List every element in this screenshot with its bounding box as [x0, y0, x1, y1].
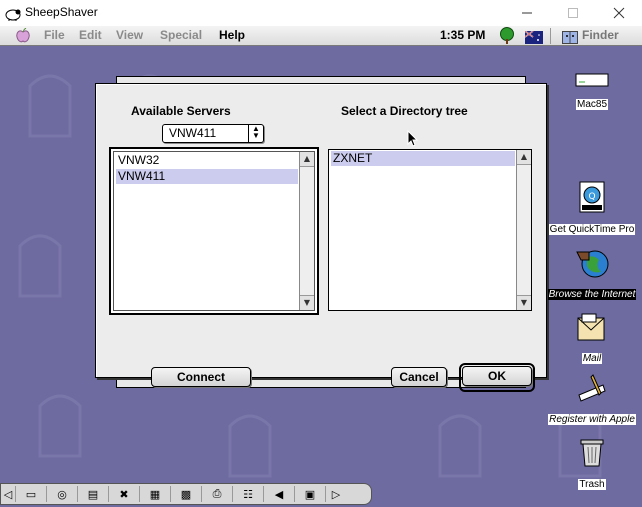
desktop-icon-register[interactable]: Register with Apple [544, 373, 640, 426]
desktop-icon-label: Mail [581, 353, 603, 364]
servers-list-frame: VNW32 VNW411 ▲ ▼ [109, 147, 319, 315]
appletalk-control-icon[interactable]: ✖ [109, 486, 140, 502]
available-servers-title: Available Servers [131, 104, 231, 118]
register-pen-icon [544, 373, 640, 407]
scroll-down-arrow-icon[interactable]: ▼ [300, 295, 314, 310]
control-strip-collapse-icon[interactable]: ▷ [326, 486, 346, 502]
desktop-icon-label: Trash [578, 479, 606, 490]
desktop-icon-label: Mac85 [575, 99, 608, 110]
mouse-pointer-icon [407, 129, 419, 151]
control-strip-tab-icon[interactable]: ◁ [1, 486, 16, 502]
color-depth-control-icon[interactable]: ▦ [140, 486, 171, 502]
cd-control-icon[interactable]: ◎ [47, 486, 78, 502]
finder-icon[interactable] [562, 29, 578, 48]
desktop-icon-quicktime[interactable]: Q Get QuickTime Pro [544, 181, 640, 236]
menu-edit[interactable]: Edit [79, 28, 102, 42]
remote-access-control-icon[interactable]: ☷ [233, 486, 264, 502]
scroll-up-arrow-icon[interactable]: ▲ [517, 150, 531, 165]
server-item-vnw32[interactable]: VNW32 [116, 153, 298, 168]
desktop-icon-label: Register with Apple [548, 414, 636, 425]
monitor-control-icon[interactable]: ▭ [16, 486, 47, 502]
sound-volume-control-icon[interactable]: ◀ [264, 486, 295, 502]
hard-disk-icon [544, 70, 640, 92]
internet-globe-icon [544, 246, 640, 282]
desktop-icon-label: Get QuickTime Pro [548, 224, 636, 235]
resolution-control-icon[interactable]: ▩ [171, 486, 202, 502]
tree-icon[interactable] [499, 27, 515, 48]
servers-scrollbar[interactable]: ▲ ▼ [299, 152, 314, 310]
desktop-icon-mac85[interactable]: Mac85 [544, 70, 640, 111]
menubar-clock[interactable]: 1:35 PM [440, 28, 485, 42]
servers-list[interactable]: VNW32 VNW411 ▲ ▼ [113, 151, 315, 311]
directory-list[interactable]: ZXNET ▲ ▼ [328, 149, 532, 311]
menu-help[interactable]: Help [219, 28, 245, 42]
flag-icon[interactable] [524, 29, 543, 48]
mac-desktop: File Edit View Special Help 1:35 PM Find… [0, 26, 642, 507]
server-selection-dialog: Available Servers VNW411 ▲ ▼ VNW32 VNW411… [95, 83, 547, 392]
file-sharing-control-icon[interactable]: ▤ [78, 486, 109, 502]
directory-scrollbar[interactable]: ▲ ▼ [516, 150, 531, 310]
mail-icon [544, 312, 640, 346]
menu-file[interactable]: File [44, 28, 65, 42]
menubar: File Edit View Special Help 1:35 PM Find… [0, 26, 642, 46]
app-menu-finder[interactable]: Finder [582, 28, 619, 42]
web-sharing-control-icon[interactable]: ▣ [295, 486, 326, 502]
apple-menu-icon[interactable] [16, 27, 30, 47]
desktop-icon-internet[interactable]: Browse the Internet [544, 246, 640, 301]
connect-button[interactable]: Connect [151, 367, 251, 387]
menubar-divider [550, 28, 551, 44]
ok-button[interactable]: OK [462, 366, 532, 386]
directory-tree-title: Select a Directory tree [341, 104, 468, 118]
server-popup-value: VNW411 [169, 126, 217, 140]
close-button[interactable] [596, 0, 642, 26]
maximize-button[interactable] [550, 0, 596, 26]
trash-icon [544, 436, 640, 472]
printer-control-icon[interactable]: ⎙ [202, 486, 233, 502]
cancel-button[interactable]: Cancel [391, 367, 447, 387]
popup-arrows-icon: ▲ ▼ [248, 125, 263, 142]
server-popup-menu[interactable]: VNW411 ▲ ▼ [162, 124, 264, 143]
scroll-up-arrow-icon[interactable]: ▲ [300, 152, 314, 167]
sheep-app-icon [5, 6, 21, 21]
server-item-vnw411[interactable]: VNW411 [116, 169, 298, 184]
desktop-icon-mail[interactable]: Mail [544, 312, 640, 365]
control-strip: ◁ ▭ ◎ ▤ ✖ ▦ ▩ ⎙ ☷ ◀ ▣ ▷ [0, 483, 372, 505]
host-titlebar: SheepShaver [0, 0, 642, 26]
desktop-icon-trash[interactable]: Trash [544, 436, 640, 491]
directory-item-zxnet[interactable]: ZXNET [331, 151, 515, 166]
quicktime-movie-icon: Q [544, 181, 640, 217]
host-window-title: SheepShaver [25, 5, 98, 19]
menu-view[interactable]: View [116, 28, 143, 42]
scroll-down-arrow-icon[interactable]: ▼ [517, 295, 531, 310]
svg-text:Q: Q [588, 192, 595, 202]
minimize-button[interactable] [504, 0, 550, 26]
menu-special[interactable]: Special [160, 28, 202, 42]
desktop-icon-label: Browse the Internet [547, 289, 637, 300]
